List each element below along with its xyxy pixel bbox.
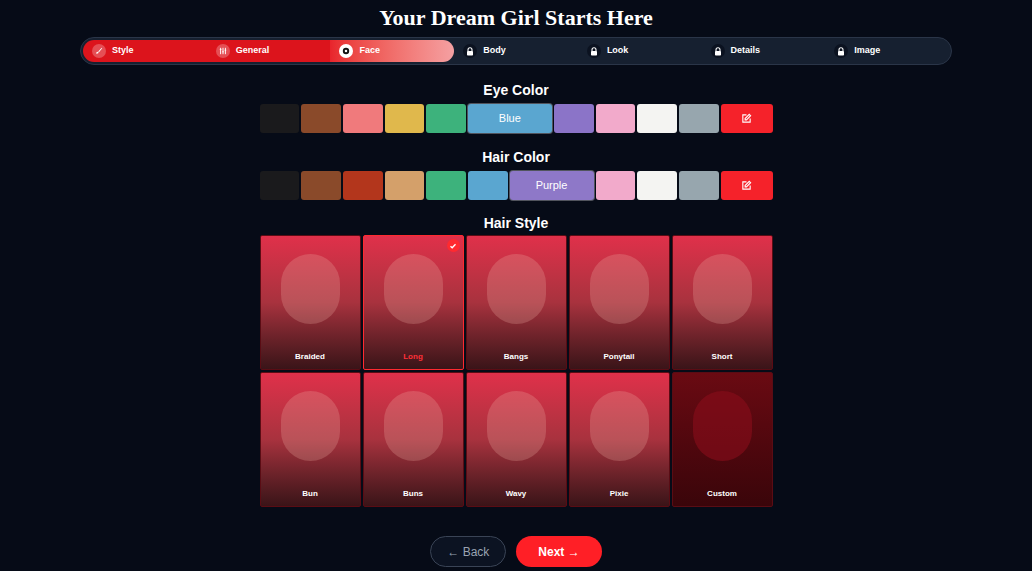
step-tab[interactable]: Face [330, 40, 454, 62]
eye-color-row: Blue [260, 104, 773, 133]
hair-style-label: Pixie [610, 488, 629, 500]
hair-style-label: Bun [302, 488, 318, 500]
hair-style-label: Long [403, 351, 423, 363]
hair-color-row: Purple [260, 171, 773, 200]
hair-style-label: Bangs [504, 351, 528, 363]
color-swatch[interactable] [596, 104, 636, 133]
color-swatch[interactable] [260, 104, 300, 133]
section-heading: Eye Color [483, 81, 548, 99]
color-swatch[interactable] [679, 104, 719, 133]
hair-style-label: Buns [403, 488, 423, 500]
color-swatch[interactable] [385, 104, 425, 133]
step-tab[interactable]: Look [578, 40, 702, 62]
color-swatch[interactable] [301, 104, 341, 133]
page-title: Your Dream Girl Starts Here [379, 5, 653, 31]
color-swatch[interactable] [596, 171, 636, 200]
color-swatch[interactable] [468, 171, 508, 200]
cherry-image [693, 391, 752, 461]
color-swatch[interactable]: Purple [510, 171, 594, 200]
step-tab[interactable]: General [207, 40, 331, 62]
step-label: Image [854, 44, 880, 58]
portrait-image [693, 254, 752, 324]
edit-icon [741, 180, 752, 191]
custom-color-button[interactable] [721, 104, 773, 133]
hair-style-card[interactable]: Ponytail [569, 235, 670, 370]
hair-style-card[interactable]: Braided [260, 235, 361, 370]
step-label: Style [112, 44, 134, 58]
color-swatch[interactable] [554, 104, 594, 133]
hair-style-card[interactable]: Buns [363, 372, 464, 507]
color-swatch[interactable] [343, 171, 383, 200]
section-heading: Hair Color [482, 148, 550, 166]
hair-style-card[interactable]: Long [363, 235, 464, 370]
step-label: Look [607, 44, 629, 58]
lock-icon [711, 44, 725, 58]
hair-style-card[interactable]: Pixie [569, 372, 670, 507]
step-tab[interactable]: Image [825, 40, 949, 62]
hair-style-card[interactable]: Bangs [466, 235, 567, 370]
hair-style-card[interactable]: Bun [260, 372, 361, 507]
color-swatch[interactable] [260, 171, 300, 200]
lock-icon [834, 44, 848, 58]
step-icon [216, 44, 230, 58]
hair-style-label: Braided [295, 351, 325, 363]
hair-style-card[interactable]: Wavy [466, 372, 567, 507]
step-label: Details [731, 44, 761, 58]
portrait-image [281, 254, 340, 324]
color-swatch[interactable] [385, 171, 425, 200]
step-tab[interactable]: Details [702, 40, 826, 62]
color-swatch[interactable]: Blue [468, 104, 552, 133]
next-button[interactable]: Next → [516, 536, 601, 567]
custom-color-button[interactable] [721, 171, 773, 200]
swatch-label: Purple [536, 177, 568, 194]
hair-style-label: Custom [707, 488, 737, 500]
step-icon [92, 44, 106, 58]
color-swatch[interactable] [343, 104, 383, 133]
hair-style-card[interactable]: Short [672, 235, 773, 370]
color-swatch[interactable] [637, 104, 677, 133]
portrait-image [384, 254, 443, 324]
step-icon [339, 44, 353, 58]
step-label: General [236, 44, 270, 58]
check-icon [447, 239, 460, 252]
step-tab[interactable]: Style [83, 40, 207, 62]
lock-icon [587, 44, 601, 58]
edit-icon [741, 113, 752, 124]
portrait-image [487, 391, 546, 461]
back-button[interactable]: ← Back [430, 536, 506, 567]
step-tab[interactable]: Body [454, 40, 578, 62]
hair-style-label: Ponytail [603, 351, 634, 363]
hair-style-label: Wavy [506, 488, 527, 500]
portrait-image [281, 391, 340, 461]
color-swatch[interactable] [301, 171, 341, 200]
portrait-image [590, 254, 649, 324]
color-swatch[interactable] [679, 171, 719, 200]
color-swatch[interactable] [426, 104, 466, 133]
portrait-image [487, 254, 546, 324]
portrait-image [384, 391, 443, 461]
step-label: Body [483, 44, 506, 58]
lock-icon [463, 44, 477, 58]
stepper: Style General Face Body Look Details Image [80, 37, 952, 65]
swatch-label: Blue [499, 110, 521, 127]
hair-style-grid: Braided Long Bangs Ponytail Short Bun Buns Wavy… [260, 235, 773, 507]
portrait-image [590, 391, 649, 461]
hair-style-card[interactable]: Custom [672, 372, 773, 507]
color-swatch[interactable] [426, 171, 466, 200]
step-label: Face [359, 44, 380, 58]
section-heading: Hair Style [484, 214, 549, 232]
hair-style-label: Short [712, 351, 733, 363]
color-swatch[interactable] [637, 171, 677, 200]
